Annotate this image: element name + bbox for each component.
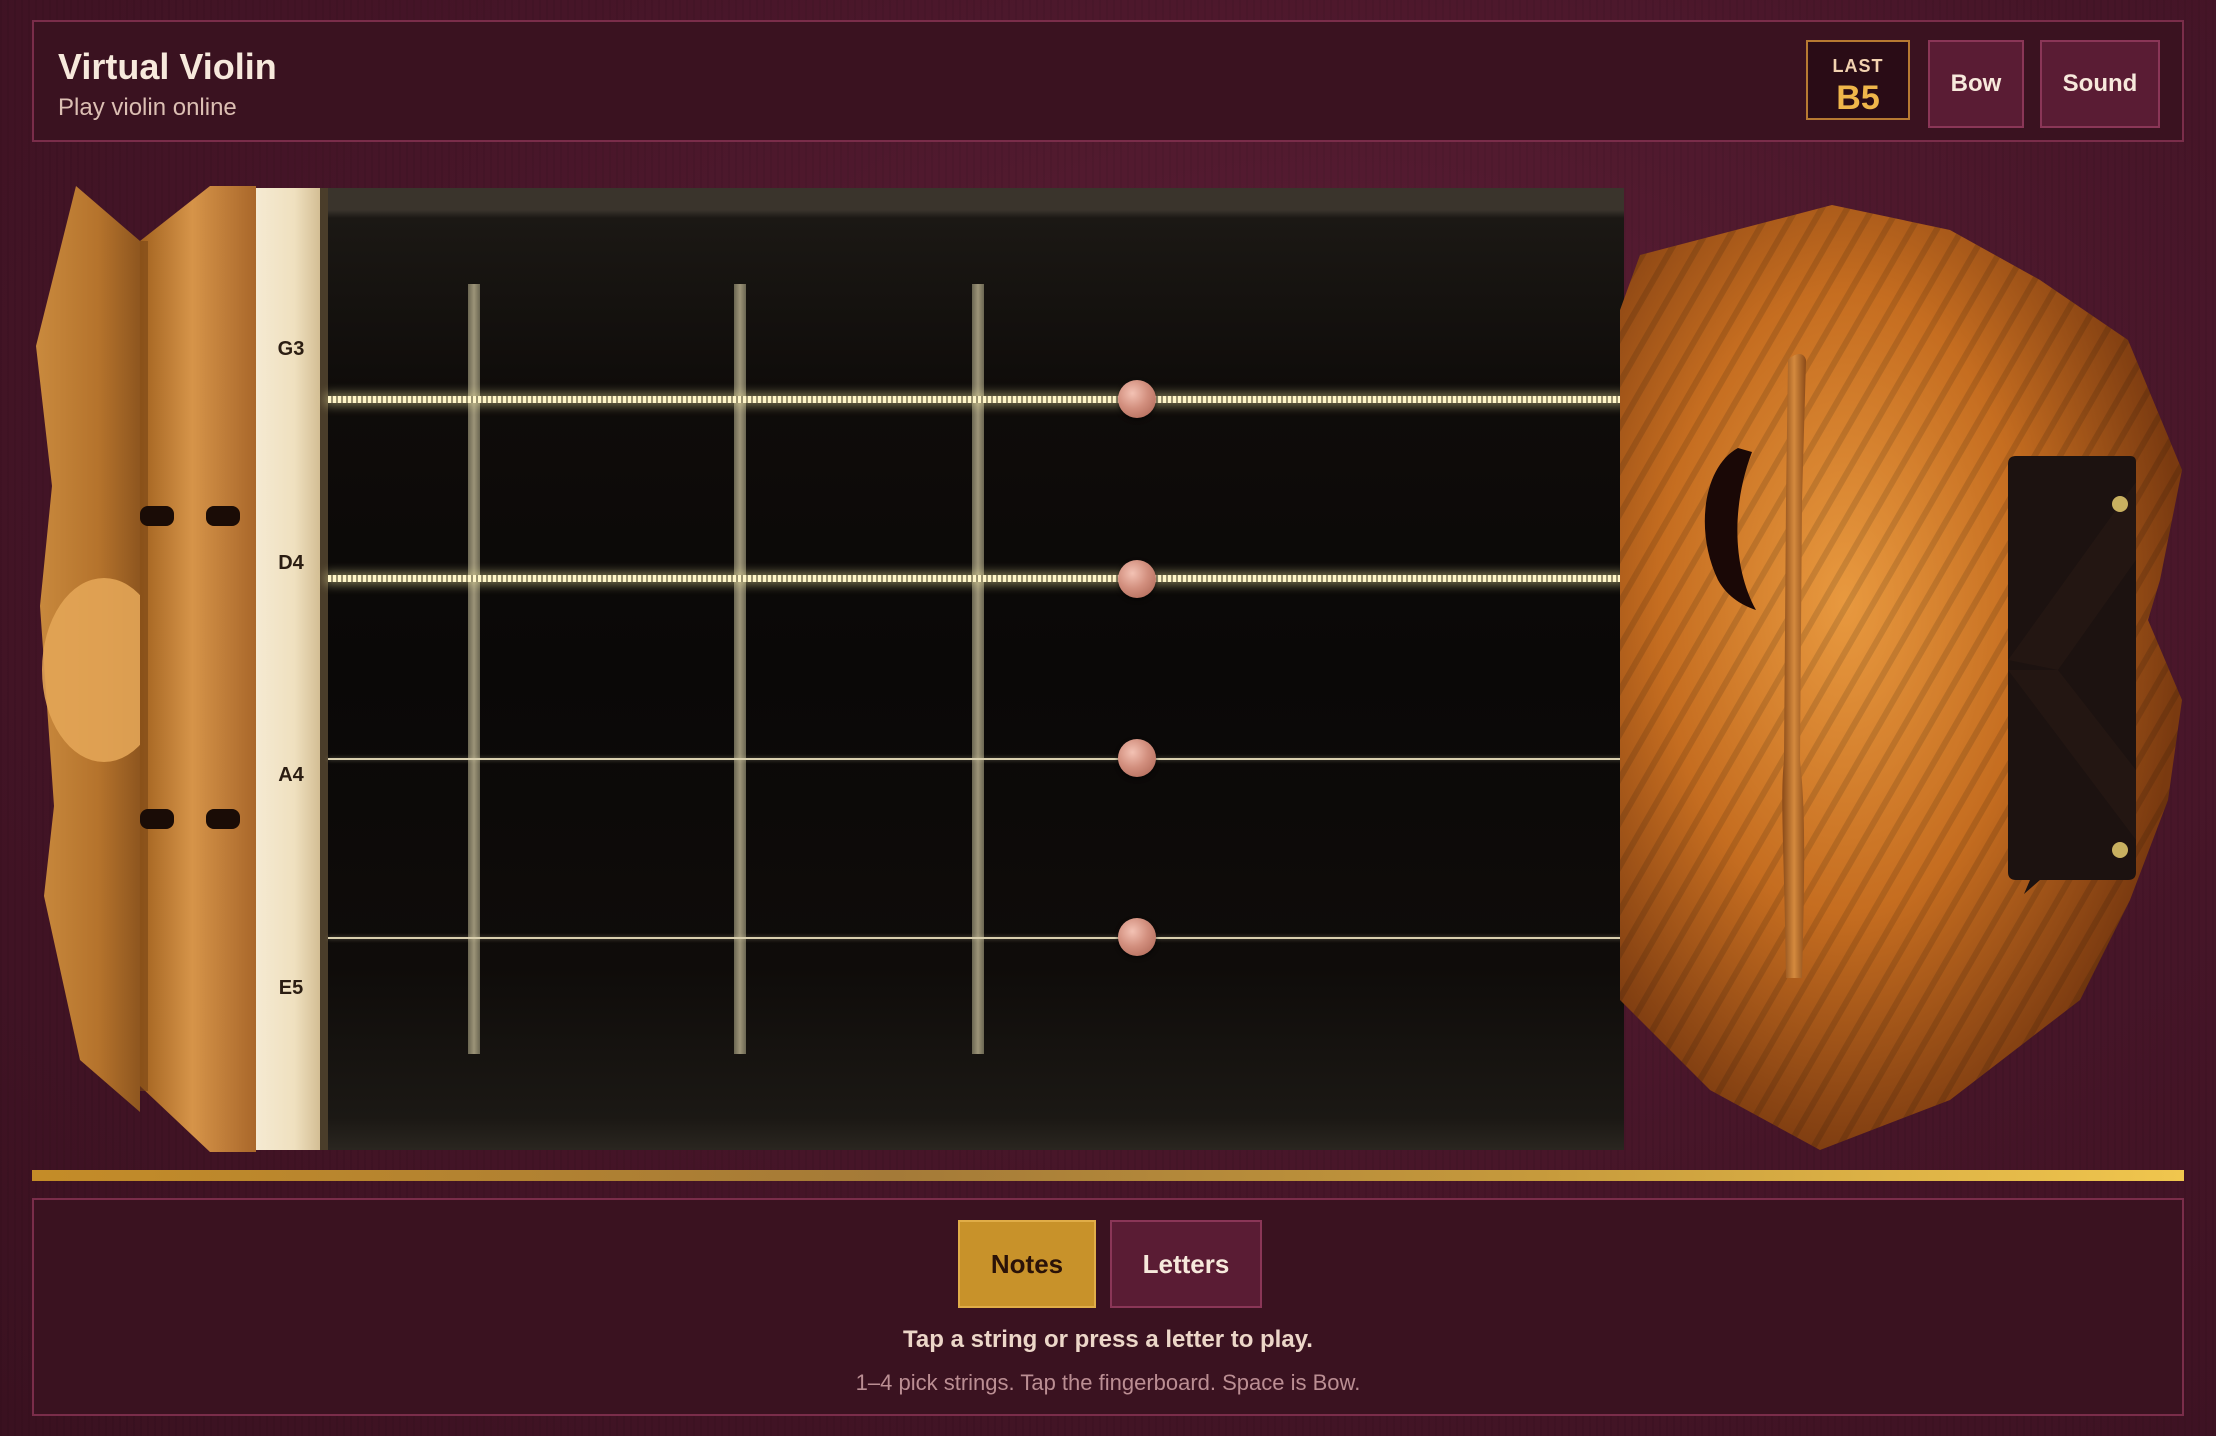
- hint-primary: Tap a string or press a letter to play.: [903, 1326, 1313, 1353]
- string-g3[interactable]: [328, 396, 1624, 403]
- gold-divider: [32, 1170, 2184, 1181]
- app-title: Virtual Violin: [58, 46, 277, 87]
- header-bar: Virtual Violin Play violin online LAST B…: [32, 20, 2184, 142]
- nut-edge: [320, 188, 328, 1150]
- fine-tuner-icon: [2112, 496, 2128, 512]
- sound-button[interactable]: Sound: [2040, 40, 2160, 128]
- last-note-display: LAST B5: [1806, 40, 1910, 120]
- string-e5[interactable]: [328, 937, 1624, 939]
- peg-hole-icon: [206, 506, 240, 526]
- string-a4[interactable]: [328, 758, 1624, 760]
- violin-nut: [256, 188, 326, 1150]
- string-label-a4[interactable]: A4: [256, 764, 326, 787]
- peg-hole-icon: [140, 809, 174, 829]
- hint-secondary: 1–4 pick strings. Tap the fingerboard. S…: [855, 1370, 1361, 1395]
- string-label-g3[interactable]: G3: [256, 338, 326, 361]
- finger-position-dot[interactable]: [1118, 380, 1156, 418]
- string-label-d4[interactable]: D4: [256, 552, 326, 575]
- peg-hole-icon: [140, 506, 174, 526]
- finger-position-dot[interactable]: [1118, 560, 1156, 598]
- string-d4[interactable]: [328, 575, 1624, 582]
- app-subtitle: Play violin online: [58, 94, 237, 121]
- footer-panel: Notes Letters Tap a string or press a le…: [32, 1198, 2184, 1416]
- notes-mode-button[interactable]: Notes: [958, 1220, 1096, 1308]
- last-note-value: B5: [1836, 79, 1880, 117]
- last-note-label: LAST: [1832, 56, 1884, 76]
- violin-body: [1620, 205, 2182, 1150]
- fine-tuner-icon: [2112, 842, 2128, 858]
- bow-button[interactable]: Bow: [1928, 40, 2024, 128]
- peg-hole-icon: [206, 809, 240, 829]
- finger-position-dot[interactable]: [1118, 739, 1156, 777]
- string-label-e5[interactable]: E5: [256, 977, 326, 1000]
- violin-scroll-pegbox: [36, 186, 256, 1152]
- finger-position-dot[interactable]: [1118, 918, 1156, 956]
- letters-mode-button[interactable]: Letters: [1110, 1220, 1262, 1308]
